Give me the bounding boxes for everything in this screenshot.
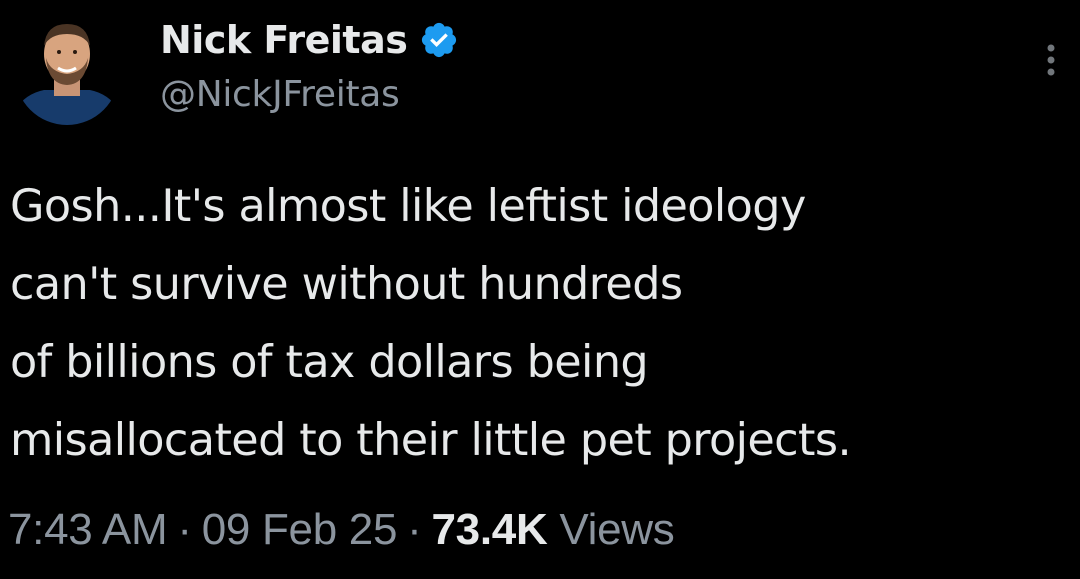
user-handle[interactable]: @NickJFreitas bbox=[160, 74, 459, 115]
more-options-icon[interactable] bbox=[1038, 40, 1064, 80]
views-count[interactable]: 73.4K bbox=[432, 505, 548, 554]
display-name[interactable]: Nick Freitas bbox=[160, 18, 408, 62]
tweet-date[interactable]: 09 Feb 25 bbox=[202, 505, 398, 554]
verified-badge-icon bbox=[422, 22, 457, 58]
tweet-text-line: of billions of tax dollars being bbox=[10, 337, 649, 388]
views-label[interactable]: Views bbox=[559, 505, 674, 554]
avatar-image bbox=[15, 21, 119, 125]
avatar[interactable] bbox=[14, 12, 120, 134]
tweet-text: Gosh...It's almost like leftist ideology… bbox=[10, 168, 1070, 480]
tweet-text-line: misallocated to their little pet project… bbox=[10, 415, 852, 466]
meta-separator: · bbox=[407, 505, 422, 554]
name-row: Nick Freitas bbox=[160, 12, 459, 68]
tweet-header: Nick Freitas @NickJFreitas bbox=[160, 12, 459, 115]
tweet-time[interactable]: 7:43 AM bbox=[8, 505, 168, 554]
tweet-meta: 7:43 AM · 09 Feb 25 · 73.4K Views bbox=[8, 505, 675, 555]
meta-separator: · bbox=[177, 505, 192, 554]
tweet-card: Nick Freitas @NickJFreitas Gosh...It's a… bbox=[0, 0, 1080, 579]
tweet-text-line: Gosh...It's almost like leftist ideology bbox=[10, 181, 806, 232]
tweet-text-line: can't survive without hundreds bbox=[10, 259, 683, 310]
